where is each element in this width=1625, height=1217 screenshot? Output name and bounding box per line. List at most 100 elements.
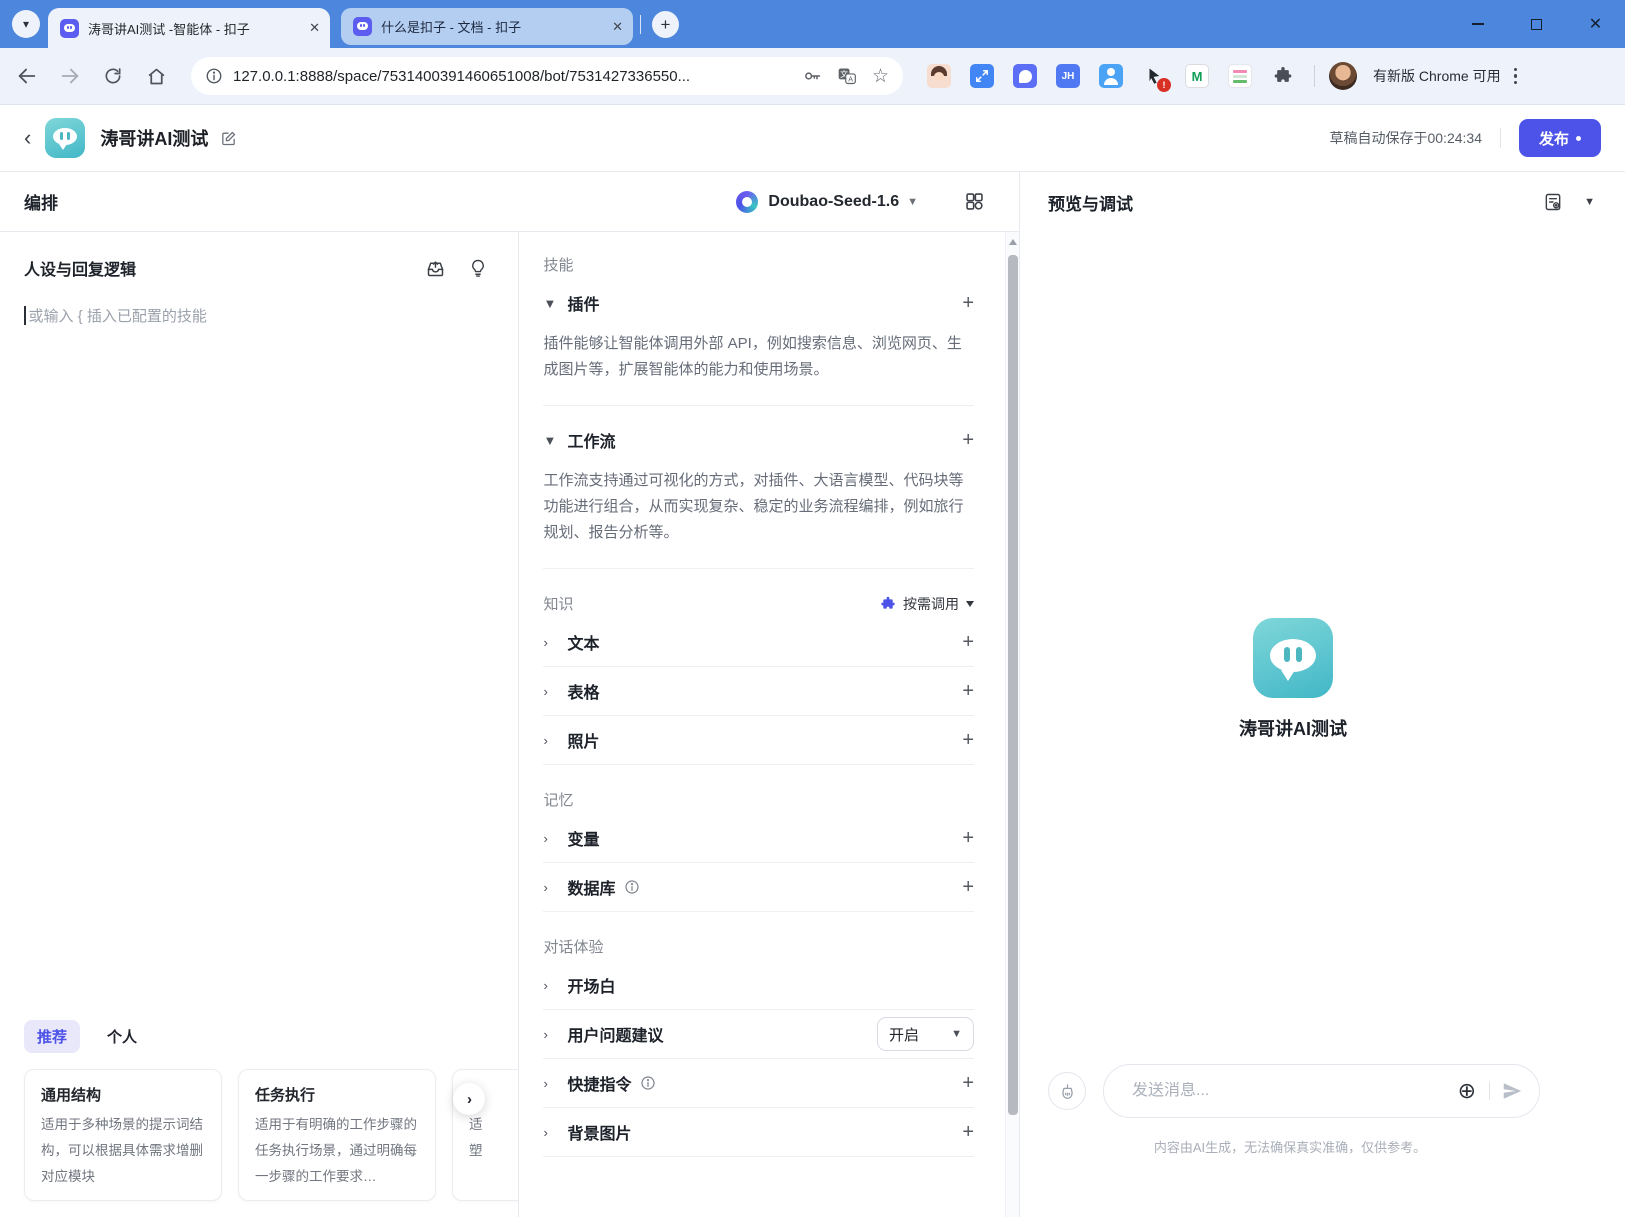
extension-tool-icon[interactable]: [1013, 64, 1037, 88]
translate-icon[interactable]: 文A: [837, 66, 857, 86]
preview-panel: 预览与调试 ▼ 涛哥讲AI测试 ⊕: [1020, 172, 1625, 1217]
extension-list-icon[interactable]: [1228, 64, 1252, 88]
chevron-right-icon[interactable]: ›: [543, 1125, 558, 1140]
row-opening[interactable]: › 开场白: [543, 961, 974, 1010]
add-variable-button[interactable]: +: [962, 827, 974, 850]
extension-avatar-icon[interactable]: [927, 64, 951, 88]
browser-tab-active[interactable]: 涛哥讲AI测试 -智能体 - 扣子 ✕: [48, 8, 330, 48]
row-knowledge-table[interactable]: › 表格 +: [543, 667, 974, 716]
auto-invoke-icon: [880, 596, 896, 612]
section-chat-label: 对话体验: [543, 936, 974, 957]
tab-recommended[interactable]: 推荐: [24, 1020, 80, 1053]
extension-person-icon[interactable]: [1099, 64, 1123, 88]
row-database[interactable]: › 数据库 +: [543, 863, 974, 912]
row-suggestion[interactable]: › 用户问题建议 开启 ▼: [543, 1010, 974, 1059]
add-shortcut-button[interactable]: +: [962, 1072, 974, 1095]
config-scrollbar[interactable]: [1005, 232, 1019, 1217]
row-shortcut[interactable]: › 快捷指令 +: [543, 1059, 974, 1108]
window-maximize-button[interactable]: [1507, 0, 1566, 48]
row-variable[interactable]: › 变量 +: [543, 814, 974, 863]
persona-editor[interactable]: 或输入 { 插入已配置的技能: [0, 305, 518, 326]
bookmark-star-icon[interactable]: ☆: [872, 67, 889, 86]
extension-expand-icon[interactable]: [970, 64, 994, 88]
edit-title-icon[interactable]: [220, 130, 237, 147]
row-background[interactable]: › 背景图片 +: [543, 1108, 974, 1157]
profile-avatar[interactable]: [1329, 62, 1357, 90]
url-text[interactable]: 127.0.0.1:8888/space/7531400391460651008…: [233, 68, 787, 85]
scrollbar-thumb[interactable]: [1008, 255, 1018, 1115]
row-knowledge-photo[interactable]: › 照片 +: [543, 716, 974, 765]
add-photo-button[interactable]: +: [962, 729, 974, 752]
debug-settings-icon[interactable]: [1543, 192, 1563, 212]
extension-cursor-icon[interactable]: !: [1142, 64, 1166, 88]
chrome-update-notice[interactable]: 有新版 Chrome 可用: [1373, 66, 1501, 86]
knowledge-mode-dropdown[interactable]: 按需调用: [880, 594, 974, 614]
extension-jh-icon[interactable]: JH: [1056, 64, 1080, 88]
chat-input[interactable]: [1132, 1082, 1458, 1100]
orchestration-column: 编排 Doubao-Seed-1.6 ▼ 人设与回复逻辑: [0, 172, 1020, 1217]
triangle-down-icon: [966, 601, 974, 607]
add-background-button[interactable]: +: [962, 1121, 974, 1144]
header-divider: [1500, 128, 1501, 148]
chevron-right-icon[interactable]: ›: [543, 635, 558, 650]
new-tab-button[interactable]: +: [652, 11, 679, 38]
window-close-button[interactable]: ✕: [1566, 0, 1625, 48]
attach-plus-icon[interactable]: ⊕: [1458, 1080, 1476, 1102]
model-config-icon[interactable]: [964, 191, 985, 212]
chevron-right-icon[interactable]: ›: [543, 880, 558, 895]
suggestion-state-select[interactable]: 开启 ▼: [877, 1017, 974, 1051]
config-panel: 技能 ▼ 插件 + 插件能够让智能体调用外部 API，例如搜索信息、浏览网页、生…: [519, 232, 1019, 1217]
tab-search-button[interactable]: ▾: [12, 10, 40, 38]
extension-m-icon[interactable]: M: [1185, 64, 1209, 88]
site-info-icon[interactable]: [205, 67, 223, 85]
toolbar-divider: [1314, 65, 1315, 87]
chat-input-row: ⊕: [1048, 1064, 1540, 1118]
send-icon[interactable]: [1501, 1080, 1523, 1102]
row-plugin[interactable]: ▼ 插件 +: [543, 279, 974, 327]
add-table-button[interactable]: +: [962, 680, 974, 703]
chevron-right-icon[interactable]: ›: [543, 1027, 558, 1042]
add-text-button[interactable]: +: [962, 631, 974, 654]
prompt-submit-icon[interactable]: [425, 258, 446, 279]
model-selector[interactable]: Doubao-Seed-1.6 ▼: [736, 191, 918, 213]
chevron-down-icon[interactable]: ▼: [1584, 196, 1595, 208]
browser-tab-inactive[interactable]: 什么是扣子 - 文档 - 扣子 ✕: [341, 8, 633, 45]
prompt-card-general[interactable]: 通用结构 适用于多种场景的提示词结构，可以根据具体需求增删对应模块: [24, 1069, 222, 1201]
extension-alert-badge: !: [1157, 78, 1171, 92]
chevron-right-icon[interactable]: ›: [543, 733, 558, 748]
tab-close-icon[interactable]: ✕: [612, 19, 623, 35]
chevron-right-icon[interactable]: ›: [543, 831, 558, 846]
chevron-right-icon[interactable]: ›: [543, 978, 558, 993]
text-caret: [24, 306, 26, 325]
extensions-puzzle-icon[interactable]: [1271, 64, 1295, 88]
row-workflow[interactable]: ▼ 工作流 +: [543, 416, 974, 464]
add-workflow-button[interactable]: +: [962, 429, 974, 452]
clear-context-button[interactable]: [1048, 1072, 1086, 1110]
optimize-bulb-icon[interactable]: [468, 258, 488, 279]
prompt-library-dock: 推荐 个人 通用结构 适用于多种场景的提示词结构，可以根据具体需求增删对应模块 …: [0, 1020, 518, 1217]
info-icon[interactable]: [640, 1075, 656, 1091]
address-bar[interactable]: 127.0.0.1:8888/space/7531400391460651008…: [191, 57, 903, 95]
password-key-icon[interactable]: [802, 66, 822, 86]
chevron-right-icon[interactable]: ›: [543, 684, 558, 699]
info-icon[interactable]: [624, 879, 640, 895]
forward-icon[interactable]: [57, 63, 83, 89]
chevron-right-icon[interactable]: ›: [543, 1076, 558, 1091]
window-minimize-button[interactable]: [1448, 0, 1507, 48]
add-database-button[interactable]: +: [962, 876, 974, 899]
prompt-card-task[interactable]: 任务执行 适用于有明确的工作步骤的任务执行场景，通过明确每一步骤的工作要求…: [238, 1069, 436, 1201]
browser-menu-icon[interactable]: [1514, 68, 1518, 85]
chevron-down-icon[interactable]: ▼: [543, 433, 558, 448]
reload-icon[interactable]: [100, 63, 126, 89]
tab-close-icon[interactable]: ✕: [309, 20, 320, 36]
scroll-up-icon[interactable]: [1009, 239, 1017, 245]
chat-input-pill[interactable]: ⊕: [1103, 1064, 1540, 1118]
publish-button[interactable]: 发布: [1519, 119, 1601, 157]
add-plugin-button[interactable]: +: [962, 292, 974, 315]
home-icon[interactable]: [143, 63, 169, 89]
back-chevron-icon[interactable]: ‹: [24, 127, 31, 149]
tab-personal[interactable]: 个人: [107, 1026, 137, 1047]
chevron-down-icon[interactable]: ▼: [543, 296, 558, 311]
row-knowledge-text[interactable]: › 文本 +: [543, 618, 974, 667]
back-icon[interactable]: [14, 63, 40, 89]
